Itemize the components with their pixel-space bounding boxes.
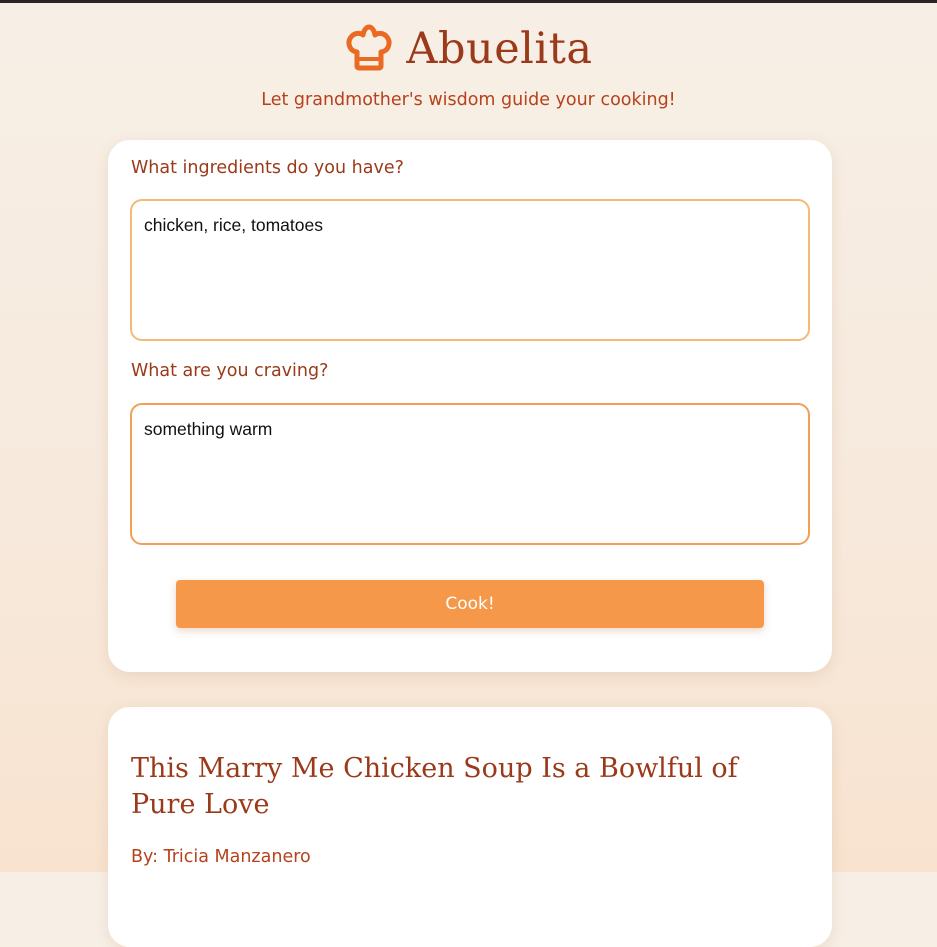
craving-label: What are you craving?	[131, 361, 329, 381]
recipe-result-card: This Marry Me Chicken Soup Is a Bowlful …	[108, 707, 832, 947]
author-prefix: By:	[131, 847, 158, 867]
app-header: Abuelita	[0, 18, 937, 78]
app-title: Abuelita	[406, 23, 593, 74]
recipe-author: By: Tricia Manzanero	[131, 847, 311, 867]
window-top-border	[0, 0, 937, 3]
recipe-title[interactable]: This Marry Me Chicken Soup Is a Bowlful …	[131, 751, 791, 823]
cook-button[interactable]: Cook!	[176, 580, 764, 628]
chef-hat-icon	[346, 24, 392, 71]
tagline: Let grandmother's wisdom guide your cook…	[261, 90, 676, 110]
ingredients-input[interactable]: chicken, rice, tomatoes	[130, 199, 810, 341]
ingredients-label: What ingredients do you have?	[131, 158, 404, 178]
author-name: Tricia Manzanero	[163, 847, 311, 867]
craving-input[interactable]: something warm	[130, 403, 810, 545]
